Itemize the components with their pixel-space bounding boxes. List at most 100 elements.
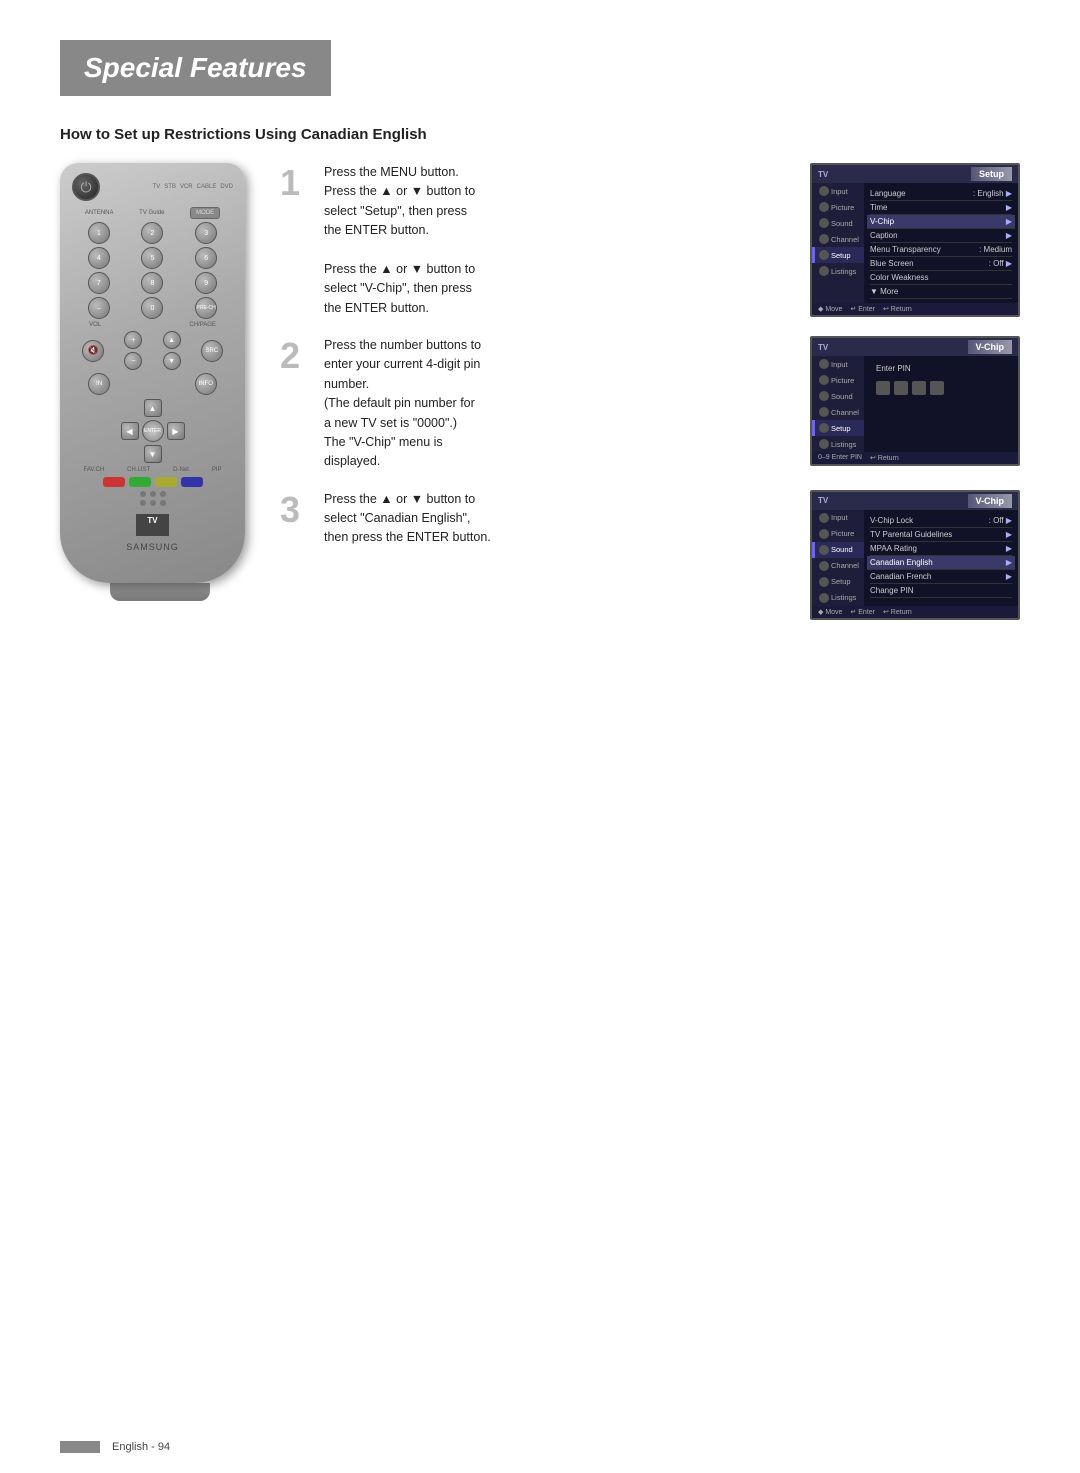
step-2-number: 2: [280, 338, 310, 374]
tv-menu-sound-2: Sound: [812, 388, 864, 404]
setup-row-caption: Caption ▶: [870, 229, 1012, 243]
tv-footer-vchip-pin: 0–9 Enter PIN ↩ Return: [812, 452, 1018, 464]
btn-0[interactable]: 0: [141, 297, 163, 319]
tv-screen-vchip-pin: TV V-Chip Input Picture: [810, 336, 1020, 466]
channel-icon-2: [819, 407, 829, 417]
vchip-row-lock: V-Chip Lock : Off ▶: [870, 514, 1012, 528]
input-button[interactable]: IN: [88, 373, 110, 395]
remote-top: TV STB VCR CABLE DVD: [72, 173, 233, 201]
tv-guide-logo: TVGUIDE: [72, 514, 233, 536]
tv-menu-sound-3: Sound: [812, 542, 864, 558]
step-3-number: 3: [280, 492, 310, 528]
btn-7[interactable]: 7: [88, 272, 110, 294]
indicator-dots: [72, 491, 233, 506]
btn-3[interactable]: 3: [195, 222, 217, 244]
tv-label-vchip-eng: TV: [818, 496, 828, 505]
tv-sidebar-vchip-eng: Input Picture Sound Channel: [812, 510, 1018, 606]
cable-label: CABLE: [197, 184, 217, 190]
tv-screen-setup: TV Setup Input Picture: [810, 163, 1020, 317]
pin-dot-1: [876, 381, 890, 395]
source-button[interactable]: SRC: [201, 340, 223, 362]
nav-down[interactable]: ▼: [144, 445, 162, 463]
remote-stand: [110, 583, 210, 601]
numpad-row-2: 4 5 6: [72, 247, 233, 269]
sound-icon-2: [819, 391, 829, 401]
tv-label-setup: TV: [818, 170, 828, 179]
ch-down[interactable]: ▼: [163, 352, 181, 370]
numpad-row-3: 7 8 9: [72, 272, 233, 294]
step-1-number: 1: [280, 165, 310, 201]
input-info-row: IN INFO: [72, 373, 233, 395]
nav-cross: ▲ ◀ ENTER ▶ ▼: [121, 399, 185, 463]
vol-label: VOL: [89, 322, 101, 328]
pin-dot-4: [930, 381, 944, 395]
tv-menu-setup: Setup: [812, 247, 864, 263]
btn-9[interactable]: 9: [195, 272, 217, 294]
btn-8[interactable]: 8: [141, 272, 163, 294]
picture-icon-3: [819, 529, 829, 539]
footer-text: English - 94: [112, 1441, 170, 1453]
green-button[interactable]: [129, 477, 151, 487]
section-heading: How to Set up Restrictions Using Canadia…: [60, 126, 1020, 143]
setup-icon: [819, 250, 829, 260]
input-icon-3: [819, 513, 829, 523]
setup-row-language: Language : English ▶: [870, 187, 1012, 201]
info-button[interactable]: INFO: [195, 373, 217, 395]
step-3: 3 Press the ▲ or ▼ button to select "Can…: [280, 490, 1020, 620]
step-2: 2 Press the number buttons to enter your…: [280, 336, 1020, 472]
tv-logo: TVGUIDE: [136, 514, 168, 536]
nav-enter[interactable]: ENTER: [142, 420, 164, 442]
tv-footer-vchip-eng: ◆ Move ↵ Enter ↩ Return: [812, 606, 1018, 618]
tv-menu-input-2: Input: [812, 356, 864, 372]
tv-menu-setup-3: Setup: [812, 574, 864, 590]
color-buttons: [72, 477, 233, 487]
listings-icon: [819, 266, 829, 276]
footer-bar: [60, 1441, 100, 1453]
steps-area: 1 Press the MENU button. Press the ▲ or …: [280, 163, 1020, 638]
sound-icon: [819, 218, 829, 228]
pin-dot-3: [912, 381, 926, 395]
tv-menu-picture-3: Picture: [812, 526, 864, 542]
yellow-button[interactable]: [155, 477, 177, 487]
btn-5[interactable]: 5: [141, 247, 163, 269]
tv-menu-listings-3: Listings: [812, 590, 864, 606]
remote-row-antenna: ANTENNA TV Guide MODE: [72, 207, 233, 219]
vchip-row-mpaa: MPAA Rating ▶: [870, 542, 1012, 556]
dvd-label: DVD: [220, 184, 233, 190]
tv-header-vchip-eng: TV V-Chip: [812, 492, 1018, 510]
setup-icon-3: [819, 577, 829, 587]
ch-up[interactable]: ▲: [163, 331, 181, 349]
tv-left-menu-setup: Input Picture Sound Channel: [812, 183, 864, 303]
btn-dash[interactable]: –: [88, 297, 110, 319]
dnet-label: D-Net: [173, 467, 189, 473]
favch-label: FAV.CH: [83, 467, 104, 473]
vol-ch-row: VOL CH/PAGE: [72, 322, 233, 328]
tv-main-setup: Language : English ▶ Time ▶ V-Chip ▶ C: [864, 183, 1018, 303]
mute-button[interactable]: 🔇: [82, 340, 104, 362]
setup-icon-2: [819, 423, 829, 433]
input-icon: [819, 186, 829, 196]
red-button[interactable]: [103, 477, 125, 487]
blue-button[interactable]: [181, 477, 203, 487]
tv-menu-sound: Sound: [812, 215, 864, 231]
tv-menu-setup-2: Setup: [812, 420, 864, 436]
nav-right[interactable]: ▶: [167, 422, 185, 440]
vol-down[interactable]: −: [124, 352, 142, 370]
btn-4[interactable]: 4: [88, 247, 110, 269]
nav-up[interactable]: ▲: [144, 399, 162, 417]
tv-label: TV: [153, 184, 161, 190]
nav-left[interactable]: ◀: [121, 422, 139, 440]
mute-source-row: 🔇 + − ▲ ▼ SRC: [72, 331, 233, 370]
btn-6[interactable]: 6: [195, 247, 217, 269]
tv-main-vchip-pin: Enter PIN: [864, 356, 1018, 452]
mode-button[interactable]: MODE: [190, 207, 220, 219]
btn-prech[interactable]: PRE-CH: [195, 297, 217, 319]
btn-2[interactable]: 2: [141, 222, 163, 244]
enter-pin-label: Enter PIN: [870, 360, 1012, 377]
setup-row-bluescreen: Blue Screen : Off ▶: [870, 257, 1012, 271]
btn-1[interactable]: 1: [88, 222, 110, 244]
vol-up[interactable]: +: [124, 331, 142, 349]
tv-label-vchip-pin: TV: [818, 343, 828, 352]
samsung-label: SAMSUNG: [72, 542, 233, 552]
power-button[interactable]: [72, 173, 100, 201]
